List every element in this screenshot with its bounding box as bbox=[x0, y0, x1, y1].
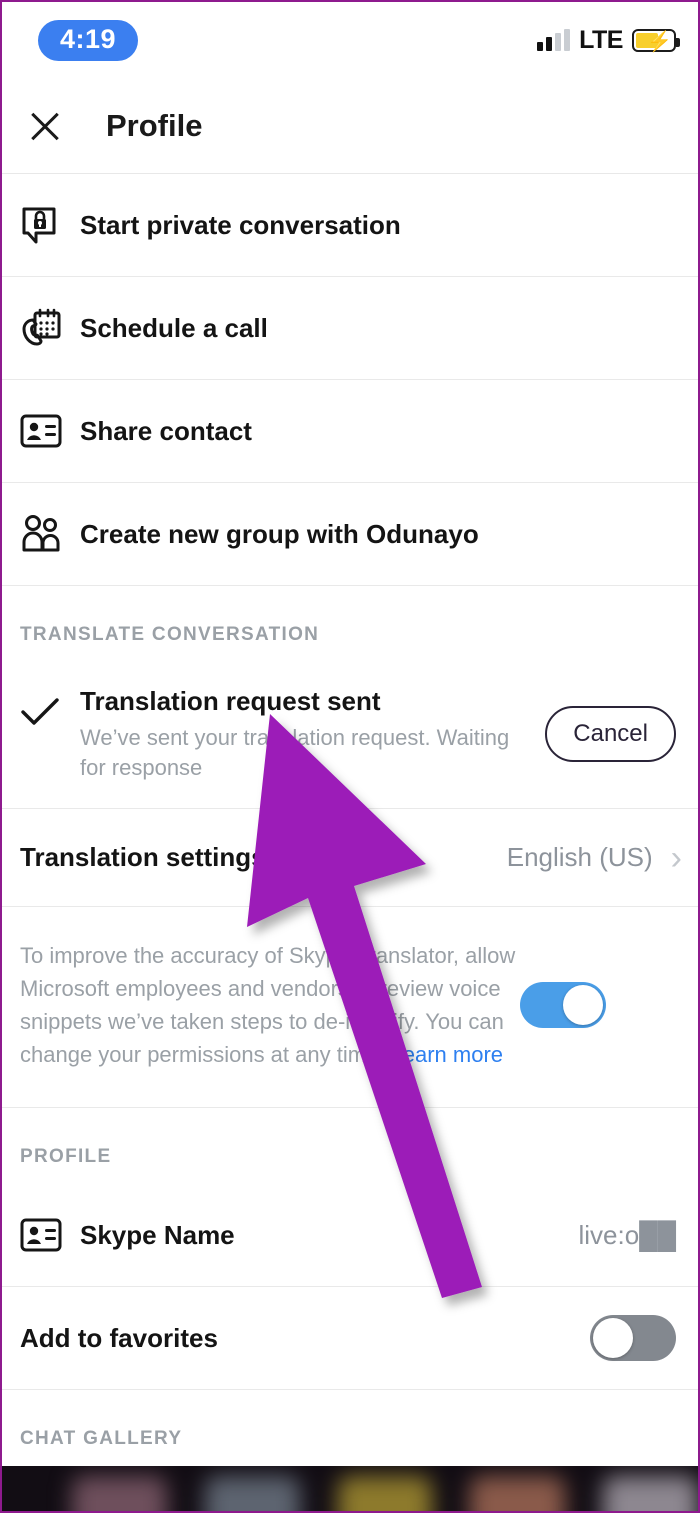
translation-status-row: Translation request sent We’ve sent your… bbox=[2, 662, 698, 810]
translation-status-subtitle: We’ve sent your translation request. Wai… bbox=[80, 725, 510, 780]
profile-row-add-to-favorites[interactable]: Add to favorites bbox=[2, 1287, 698, 1391]
action-row-schedule-a-call[interactable]: Schedule a call bbox=[2, 277, 698, 380]
close-icon[interactable] bbox=[24, 105, 66, 147]
learn-more-link[interactable]: Learn more bbox=[391, 1042, 504, 1067]
action-label: Create new group with Odunayo bbox=[80, 518, 479, 549]
status-bar: 4:19 LTE ⚡ bbox=[2, 2, 698, 78]
profile-scroll-content: Start private conversation Schedule a ca… bbox=[2, 174, 698, 1511]
section-header-translate: TRANSLATE CONVERSATION bbox=[20, 624, 320, 645]
favorites-toggle[interactable] bbox=[590, 1315, 676, 1362]
page-title: Profile bbox=[106, 107, 203, 143]
phone-screenshot-frame: 4:19 LTE ⚡ Profile Start private convers… bbox=[0, 0, 700, 1513]
cancel-button[interactable]: Cancel bbox=[545, 706, 676, 763]
navigation-bar: Profile bbox=[2, 78, 698, 174]
profile-row-skype-name[interactable]: Skype Name live:o██ bbox=[2, 1184, 698, 1288]
translation-status-title: Translation request sent bbox=[80, 686, 381, 716]
action-row-share-contact[interactable]: Share contact bbox=[2, 380, 698, 483]
translation-settings-label: Translation settings bbox=[20, 842, 266, 873]
status-indicators: LTE ⚡ bbox=[537, 25, 680, 55]
battery-charging-icon: ⚡ bbox=[632, 28, 680, 53]
action-label: Start private conversation bbox=[80, 209, 401, 240]
schedule-call-calendar-icon bbox=[20, 308, 80, 348]
voice-snippet-disclaimer-row: To improve the accuracy of Skype Transla… bbox=[2, 907, 698, 1109]
disclaimer-text: To improve the accuracy of Skype Transla… bbox=[20, 939, 520, 1071]
skype-name-label: Skype Name bbox=[80, 1219, 235, 1250]
create-group-people-icon bbox=[20, 514, 80, 554]
private-conversation-lock-icon bbox=[20, 205, 80, 245]
status-time: 4:19 bbox=[38, 19, 139, 61]
action-label: Schedule a call bbox=[80, 312, 268, 343]
section-header-chat-gallery: CHAT GALLERY bbox=[20, 1428, 183, 1450]
network-type-label: LTE bbox=[579, 25, 623, 54]
gallery-thumbnails bbox=[2, 1466, 698, 1511]
action-row-create-new-group[interactable]: Create new group with Odunayo bbox=[2, 483, 698, 586]
share-contact-card-icon bbox=[20, 414, 80, 448]
translation-settings-value: English (US) bbox=[506, 842, 653, 873]
action-label: Share contact bbox=[80, 415, 252, 446]
signal-bars-icon bbox=[537, 29, 571, 51]
contact-card-icon bbox=[20, 1218, 80, 1252]
translation-settings-row[interactable]: Translation settings English (US) › bbox=[2, 809, 698, 908]
chat-gallery-strip[interactable] bbox=[2, 1466, 698, 1511]
chevron-right-icon: › bbox=[670, 838, 682, 877]
skype-name-value: live:o██ bbox=[578, 1219, 676, 1250]
favorites-label: Add to favorites bbox=[20, 1322, 218, 1353]
voice-review-toggle[interactable] bbox=[520, 982, 606, 1029]
translation-status-text: Translation request sent We’ve sent your… bbox=[80, 686, 545, 782]
checkmark-icon bbox=[20, 686, 80, 733]
action-row-start-private-conversation[interactable]: Start private conversation bbox=[2, 174, 698, 277]
section-header-profile: PROFILE bbox=[20, 1146, 112, 1168]
